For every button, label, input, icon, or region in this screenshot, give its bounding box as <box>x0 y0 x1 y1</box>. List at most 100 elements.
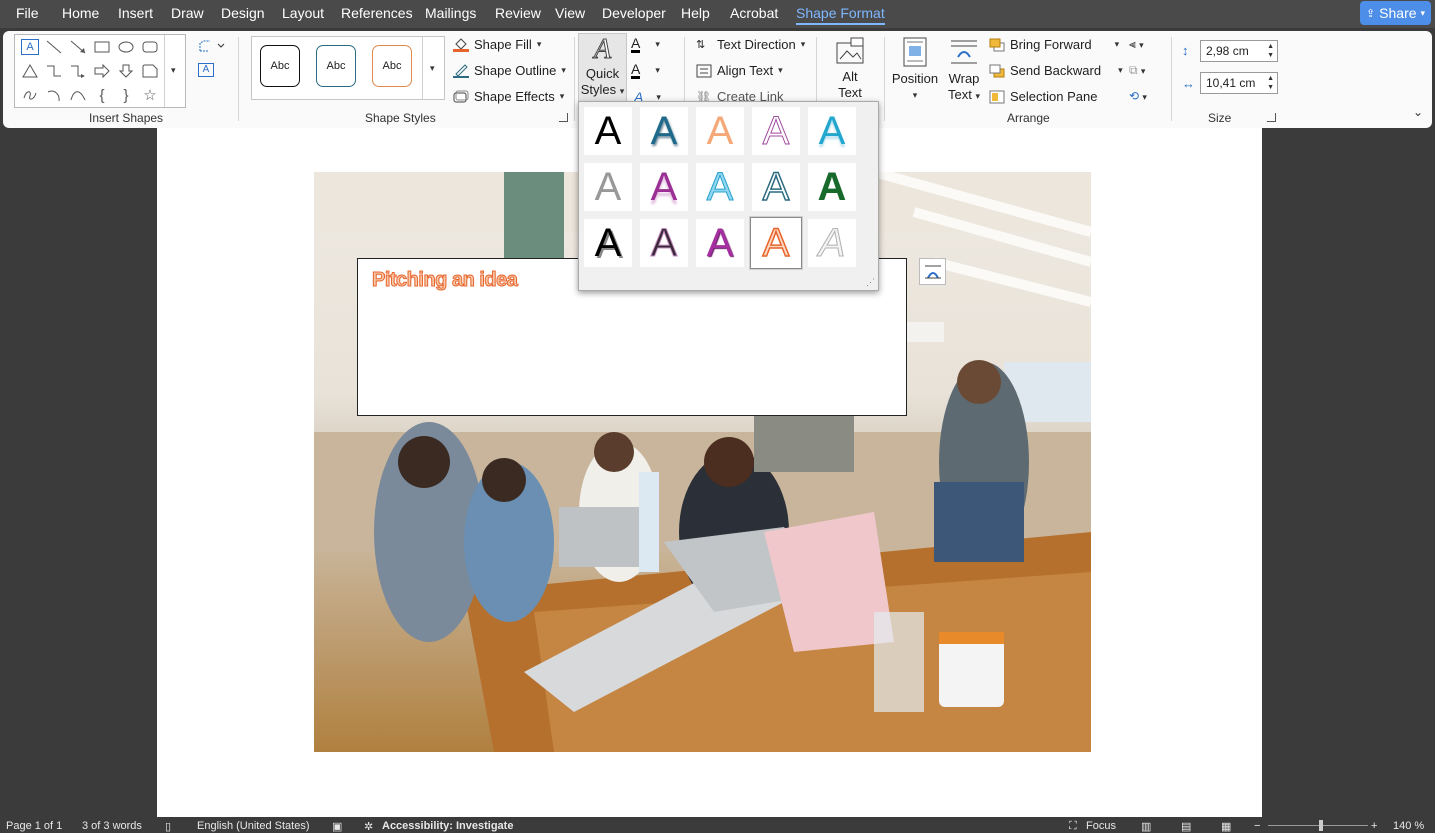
focus-button[interactable]: Focus <box>1086 820 1116 832</box>
shape-outline-button[interactable]: Shape Outline ▾ <box>453 63 566 78</box>
share-button[interactable]: ⇪ Share ▾ <box>1360 1 1431 25</box>
spinner-icon[interactable]: ▲ ▼ <box>1267 42 1274 60</box>
wordart-style-10[interactable]: A <box>808 163 856 211</box>
resize-grip-icon[interactable]: ⋰ <box>866 277 875 288</box>
elbow-connector-shape-icon[interactable] <box>45 63 63 79</box>
menu-shape-format[interactable]: Shape Format <box>796 5 885 25</box>
left-brace-shape-icon[interactable]: { <box>93 87 111 103</box>
menu-mailings[interactable]: Mailings <box>425 5 476 21</box>
wordart-style-4[interactable]: A <box>752 107 800 155</box>
menu-file[interactable]: File <box>16 5 39 21</box>
align-objects-icon[interactable]: ⫷ ▾ <box>1129 37 1144 52</box>
down-arrow-shape-icon[interactable] <box>117 63 135 79</box>
wordart-style-9[interactable]: A <box>752 163 800 211</box>
group-objects-icon[interactable]: ⧉ ▾ <box>1129 63 1145 78</box>
align-text-button[interactable]: Align Text ▾ <box>696 63 783 78</box>
wordart-style-5[interactable]: A <box>808 107 856 155</box>
zoom-slider[interactable] <box>1268 825 1368 826</box>
collapse-ribbon-icon[interactable]: ⌄ <box>1413 105 1423 119</box>
star-shape-icon[interactable]: ☆ <box>141 87 159 103</box>
shape-effects-icon <box>453 90 469 104</box>
shape-style-blue-outline[interactable]: Abc <box>316 45 356 87</box>
wordart-style-13[interactable]: A <box>696 219 744 267</box>
size-launcher-icon[interactable] <box>1267 113 1276 122</box>
zoom-out-icon[interactable]: − <box>1254 820 1260 832</box>
edit-shape-icon[interactable] <box>198 39 226 53</box>
shapes-more-icon[interactable]: ▾ <box>171 65 176 76</box>
wrap-text-button[interactable]: Wrap Text ▾ <box>943 37 985 104</box>
print-layout-icon[interactable]: ▤ <box>1181 820 1191 833</box>
spinner-icon[interactable]: ▲ ▼ <box>1267 74 1274 92</box>
rotate-icon[interactable]: ⟲ ▾ <box>1129 89 1147 103</box>
wordart-style-6[interactable]: A <box>584 163 632 211</box>
text-fill-button[interactable]: A ▾ <box>631 36 660 53</box>
arrow-line-shape-icon[interactable] <box>69 39 87 55</box>
proofing-icon[interactable]: ▯ <box>165 820 171 833</box>
text-box-shape-icon[interactable]: A <box>21 39 39 55</box>
menu-layout[interactable]: Layout <box>282 5 324 21</box>
wordart-style-2[interactable]: A <box>640 107 688 155</box>
wordart-style-3[interactable]: A <box>696 107 744 155</box>
zoom-slider-thumb[interactable] <box>1319 820 1323 831</box>
line-shape-icon[interactable] <box>45 39 63 55</box>
alt-text-button[interactable]: Alt Text <box>830 37 870 101</box>
wordart-style-14-selected[interactable]: A <box>749 216 803 270</box>
wordart-style-8[interactable]: A <box>696 163 744 211</box>
read-mode-icon[interactable]: ▥ <box>1141 820 1151 833</box>
menu-review[interactable]: Review <box>495 5 541 21</box>
accessibility-status[interactable]: Accessibility: Investigate <box>382 820 513 832</box>
styles-more-icon[interactable]: ▾ <box>430 63 435 74</box>
menu-design[interactable]: Design <box>221 5 265 21</box>
rounded-rectangle-shape-icon[interactable] <box>141 39 159 55</box>
oval-shape-icon[interactable] <box>117 39 135 55</box>
wordart-style-1[interactable]: A <box>584 107 632 155</box>
wordart-style-11[interactable]: A <box>584 219 632 267</box>
shape-style-orange-outline[interactable]: Abc <box>372 45 412 87</box>
curve-shape-icon[interactable] <box>69 87 87 103</box>
menu-insert[interactable]: Insert <box>118 5 153 21</box>
menu-developer[interactable]: Developer <box>602 5 666 21</box>
language[interactable]: English (United States) <box>197 820 310 832</box>
menu-references[interactable]: References <box>341 5 413 21</box>
text-direction-button[interactable]: ⇅ Text Direction ▾ <box>696 37 805 52</box>
menu-help[interactable]: Help <box>681 5 710 21</box>
elbow-arrow-shape-icon[interactable] <box>69 63 87 79</box>
word-count[interactable]: 3 of 3 words <box>82 820 142 832</box>
snip-rectangle-shape-icon[interactable] <box>141 63 159 79</box>
freeform-scribble-shape-icon[interactable] <box>21 87 39 103</box>
text-predictions-icon[interactable]: ▣ <box>332 820 342 833</box>
rectangle-shape-icon[interactable] <box>93 39 111 55</box>
wordart-style-7[interactable]: A <box>640 163 688 211</box>
menu-acrobat[interactable]: Acrobat <box>730 5 778 21</box>
position-button[interactable]: Position ▾ <box>891 37 939 103</box>
shape-style-black-outline[interactable]: Abc <box>260 45 300 87</box>
shape-styles-launcher-icon[interactable] <box>559 113 568 122</box>
menu-view[interactable]: View <box>555 5 585 21</box>
shape-fill-button[interactable]: Shape Fill ▾ <box>453 37 541 52</box>
bring-forward-button[interactable]: Bring Forward ▾ <box>989 37 1119 52</box>
arc-shape-icon[interactable] <box>45 87 63 103</box>
right-brace-shape-icon[interactable]: } <box>117 87 135 103</box>
shape-height-icon: ↕ <box>1182 43 1189 58</box>
send-backward-button[interactable]: Send Backward ▾ <box>989 63 1123 78</box>
text-outline-button[interactable]: A ▾ <box>631 62 660 79</box>
quick-styles-button[interactable]: A Quick Styles ▾ <box>578 33 627 103</box>
triangle-shape-icon[interactable] <box>21 63 39 79</box>
zoom-level[interactable]: 140 % <box>1393 820 1424 832</box>
page-count[interactable]: Page 1 of 1 <box>6 820 62 832</box>
zoom-in-icon[interactable]: + <box>1371 820 1377 832</box>
draw-text-box-icon[interactable]: A <box>198 63 214 77</box>
menu-draw[interactable]: Draw <box>171 5 204 21</box>
wordart-style-12[interactable]: A <box>640 219 688 267</box>
paint-bucket-icon <box>453 37 469 52</box>
selection-pane-button[interactable]: Selection Pane <box>989 89 1097 104</box>
right-arrow-shape-icon[interactable] <box>93 63 111 79</box>
shape-height-field[interactable]: 2,98 cm ▲ ▼ <box>1200 40 1278 62</box>
menu-home[interactable]: Home <box>62 5 99 21</box>
shape-effects-button[interactable]: Shape Effects ▾ <box>453 89 564 104</box>
shape-width-field[interactable]: 10,41 cm ▲ ▼ <box>1200 72 1278 94</box>
wordart-style-15[interactable]: A <box>808 219 856 267</box>
web-layout-icon[interactable]: ▦ <box>1221 820 1231 833</box>
layout-options-icon[interactable] <box>919 258 946 285</box>
textbox-wordart-text[interactable]: Pitching an idea <box>371 269 518 292</box>
